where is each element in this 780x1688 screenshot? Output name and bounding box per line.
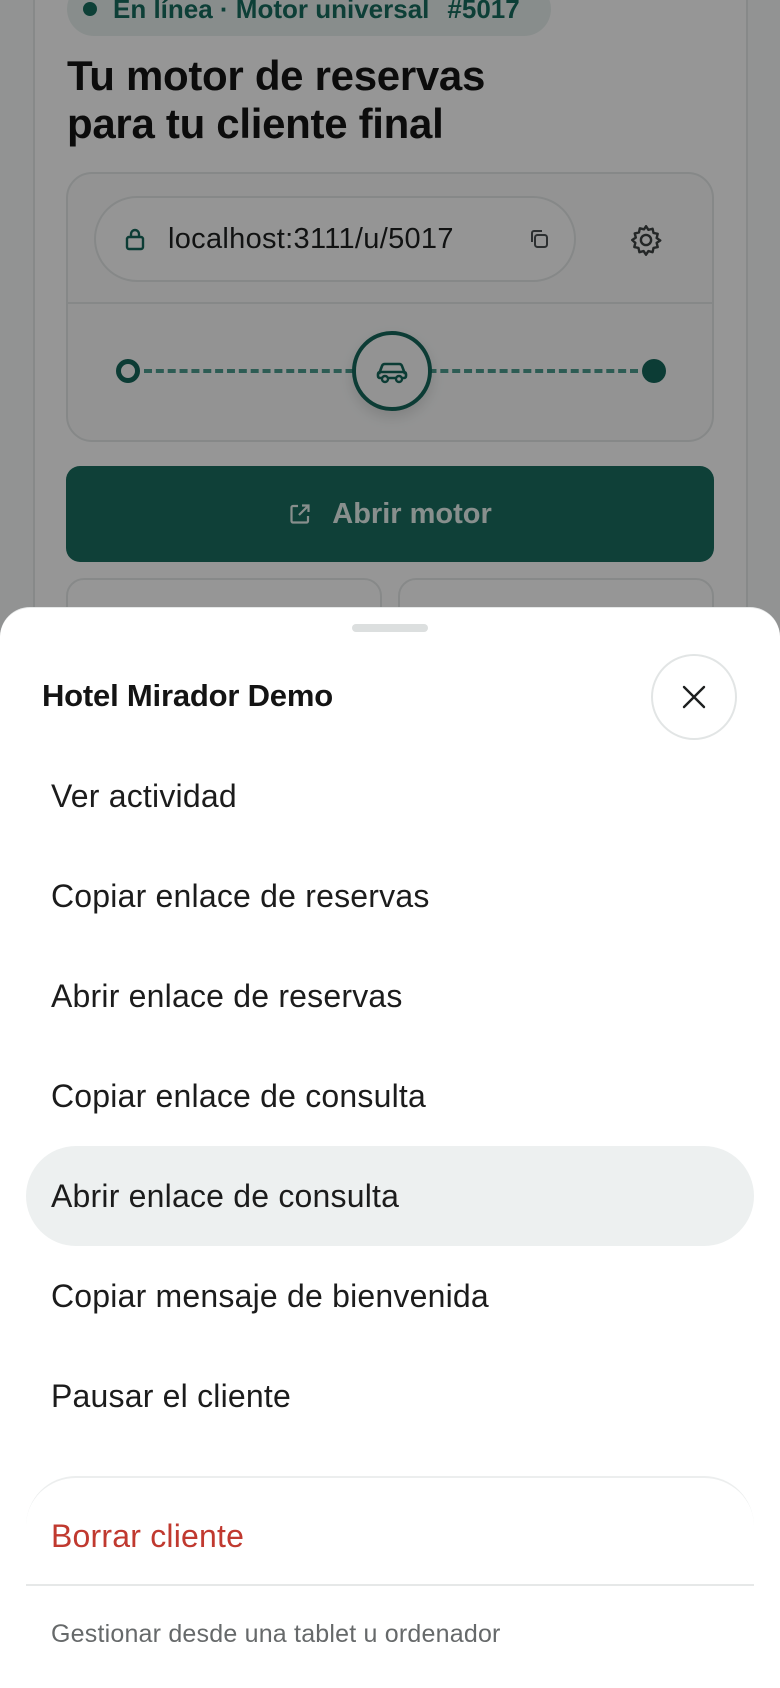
menu-item-pause-client[interactable]: Pausar el cliente [26, 1346, 754, 1446]
close-icon [682, 685, 706, 709]
close-button[interactable] [651, 654, 737, 740]
menu-item-copy-booking-link[interactable]: Copiar enlace de reservas [26, 846, 754, 946]
divider [26, 1584, 754, 1586]
actions-menu: Ver actividad Copiar enlace de reservas … [26, 746, 754, 1446]
menu-item-copy-inquiry-link[interactable]: Copiar enlace de consulta [26, 1046, 754, 1146]
danger-zone: Borrar cliente [26, 1476, 754, 1586]
actions-bottom-sheet: Hotel Mirador Demo Ver actividad Copiar … [0, 607, 780, 1688]
menu-item-open-inquiry-link[interactable]: Abrir enlace de consulta [26, 1146, 754, 1246]
sheet-drag-handle[interactable] [352, 624, 428, 632]
menu-item-copy-welcome-message[interactable]: Copiar mensaje de bienvenida [26, 1246, 754, 1346]
footer-note: Gestionar desde una tablet u ordenador [51, 1620, 501, 1648]
menu-item-open-booking-link[interactable]: Abrir enlace de reservas [26, 946, 754, 1046]
menu-item-view-activity[interactable]: Ver actividad [26, 746, 754, 846]
sheet-title: Hotel Mirador Demo [42, 678, 333, 713]
menu-item-delete-client[interactable]: Borrar cliente [26, 1478, 754, 1578]
